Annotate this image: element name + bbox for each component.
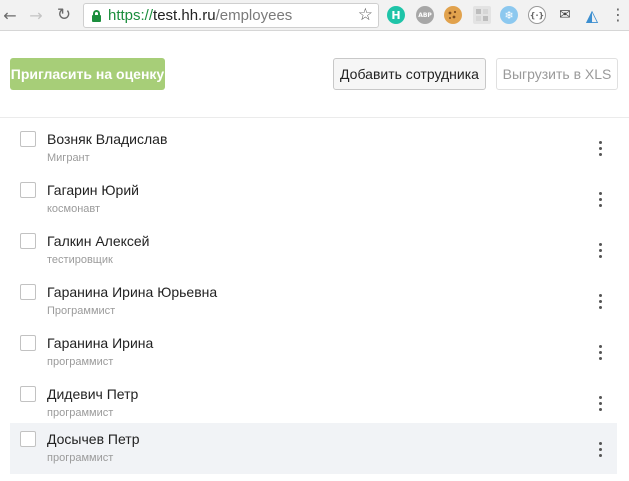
- employee-name[interactable]: Возняк Владислав: [47, 130, 167, 148]
- more-options-icon[interactable]: [592, 240, 608, 260]
- employee-name[interactable]: Гаранина Ирина Юрьевна: [47, 283, 217, 301]
- cookie-extension-icon[interactable]: [444, 6, 462, 24]
- employee-row[interactable]: Гаранина Ирина Юрьевна Программист: [10, 277, 617, 328]
- drop-extension-icon[interactable]: ◭: [583, 6, 601, 25]
- more-options-icon[interactable]: [592, 291, 608, 311]
- url-text[interactable]: https://test.hh.ru/employees: [108, 7, 292, 25]
- snowflake-extension-icon[interactable]: ❄: [500, 6, 518, 24]
- employee-name[interactable]: Галкин Алексей: [47, 232, 150, 250]
- add-employee-button[interactable]: Добавить сотрудника: [333, 58, 486, 90]
- employee-role: тестировщик: [47, 254, 113, 266]
- back-arrow-icon[interactable]: ←: [0, 5, 20, 25]
- secure-lock-icon: [92, 10, 101, 22]
- employee-row[interactable]: Галкин Алексей тестировщик: [10, 226, 617, 277]
- employee-name[interactable]: Досычев Петр: [47, 430, 139, 448]
- browser-menu-icon[interactable]: ⋮: [610, 6, 626, 24]
- mail-extension-icon[interactable]: ✉: [556, 6, 574, 24]
- more-options-icon[interactable]: [592, 138, 608, 158]
- code-extension-icon[interactable]: {·}: [528, 6, 546, 24]
- employee-checkbox[interactable]: [20, 431, 36, 447]
- url-path: /employees: [215, 7, 293, 24]
- more-options-icon[interactable]: [592, 189, 608, 209]
- extension-h-icon[interactable]: H: [387, 6, 405, 24]
- employee-checkbox[interactable]: [20, 335, 36, 351]
- employee-checkbox[interactable]: [20, 386, 36, 402]
- employee-name[interactable]: Гаранина Ирина: [47, 334, 153, 352]
- employee-row-hovered[interactable]: Досычев Петр программист: [10, 423, 617, 474]
- browser-toolbar: ← → ↻ https://test.hh.ru/employees ☆ H A…: [0, 0, 629, 31]
- url-scheme: https://: [108, 7, 154, 24]
- employee-name[interactable]: Гагарин Юрий: [47, 181, 139, 199]
- more-options-icon[interactable]: [592, 342, 608, 362]
- employee-role: Мигрант: [47, 152, 90, 164]
- employee-name[interactable]: Дидевич Петр: [47, 385, 138, 403]
- bookmark-star-icon[interactable]: ☆: [358, 5, 373, 25]
- employee-checkbox[interactable]: [20, 284, 36, 300]
- employee-role: космонавт: [47, 203, 101, 215]
- url-host: test.hh.ru: [153, 7, 216, 24]
- adblock-plus-icon[interactable]: ABP: [416, 6, 434, 24]
- invite-to-assessment-button[interactable]: Пригласить на оценку: [10, 58, 165, 90]
- employee-row[interactable]: Возняк Владислав Мигрант: [10, 124, 617, 175]
- employee-row[interactable]: Гагарин Юрий космонавт: [10, 175, 617, 226]
- page-toolbar: Пригласить на оценку Добавить сотрудника…: [0, 31, 629, 117]
- employee-checkbox[interactable]: [20, 131, 36, 147]
- employee-checkbox[interactable]: [20, 182, 36, 198]
- grid-extension-icon[interactable]: [473, 6, 491, 24]
- employee-checkbox[interactable]: [20, 233, 36, 249]
- forward-arrow-icon[interactable]: →: [26, 5, 46, 25]
- employee-role: программист: [47, 407, 114, 419]
- employee-row[interactable]: Гаранина Ирина программист: [10, 328, 617, 379]
- employee-role: программист: [47, 356, 114, 368]
- more-options-icon[interactable]: [592, 439, 608, 459]
- address-bar[interactable]: https://test.hh.ru/employees ☆: [83, 3, 379, 28]
- employee-role: Программист: [47, 305, 116, 317]
- reload-icon[interactable]: ↻: [54, 5, 74, 25]
- export-xls-button[interactable]: Выгрузить в XLS: [496, 58, 618, 90]
- employee-role: программист: [47, 452, 114, 464]
- more-options-icon[interactable]: [592, 393, 608, 413]
- toolbar-divider: [0, 117, 629, 118]
